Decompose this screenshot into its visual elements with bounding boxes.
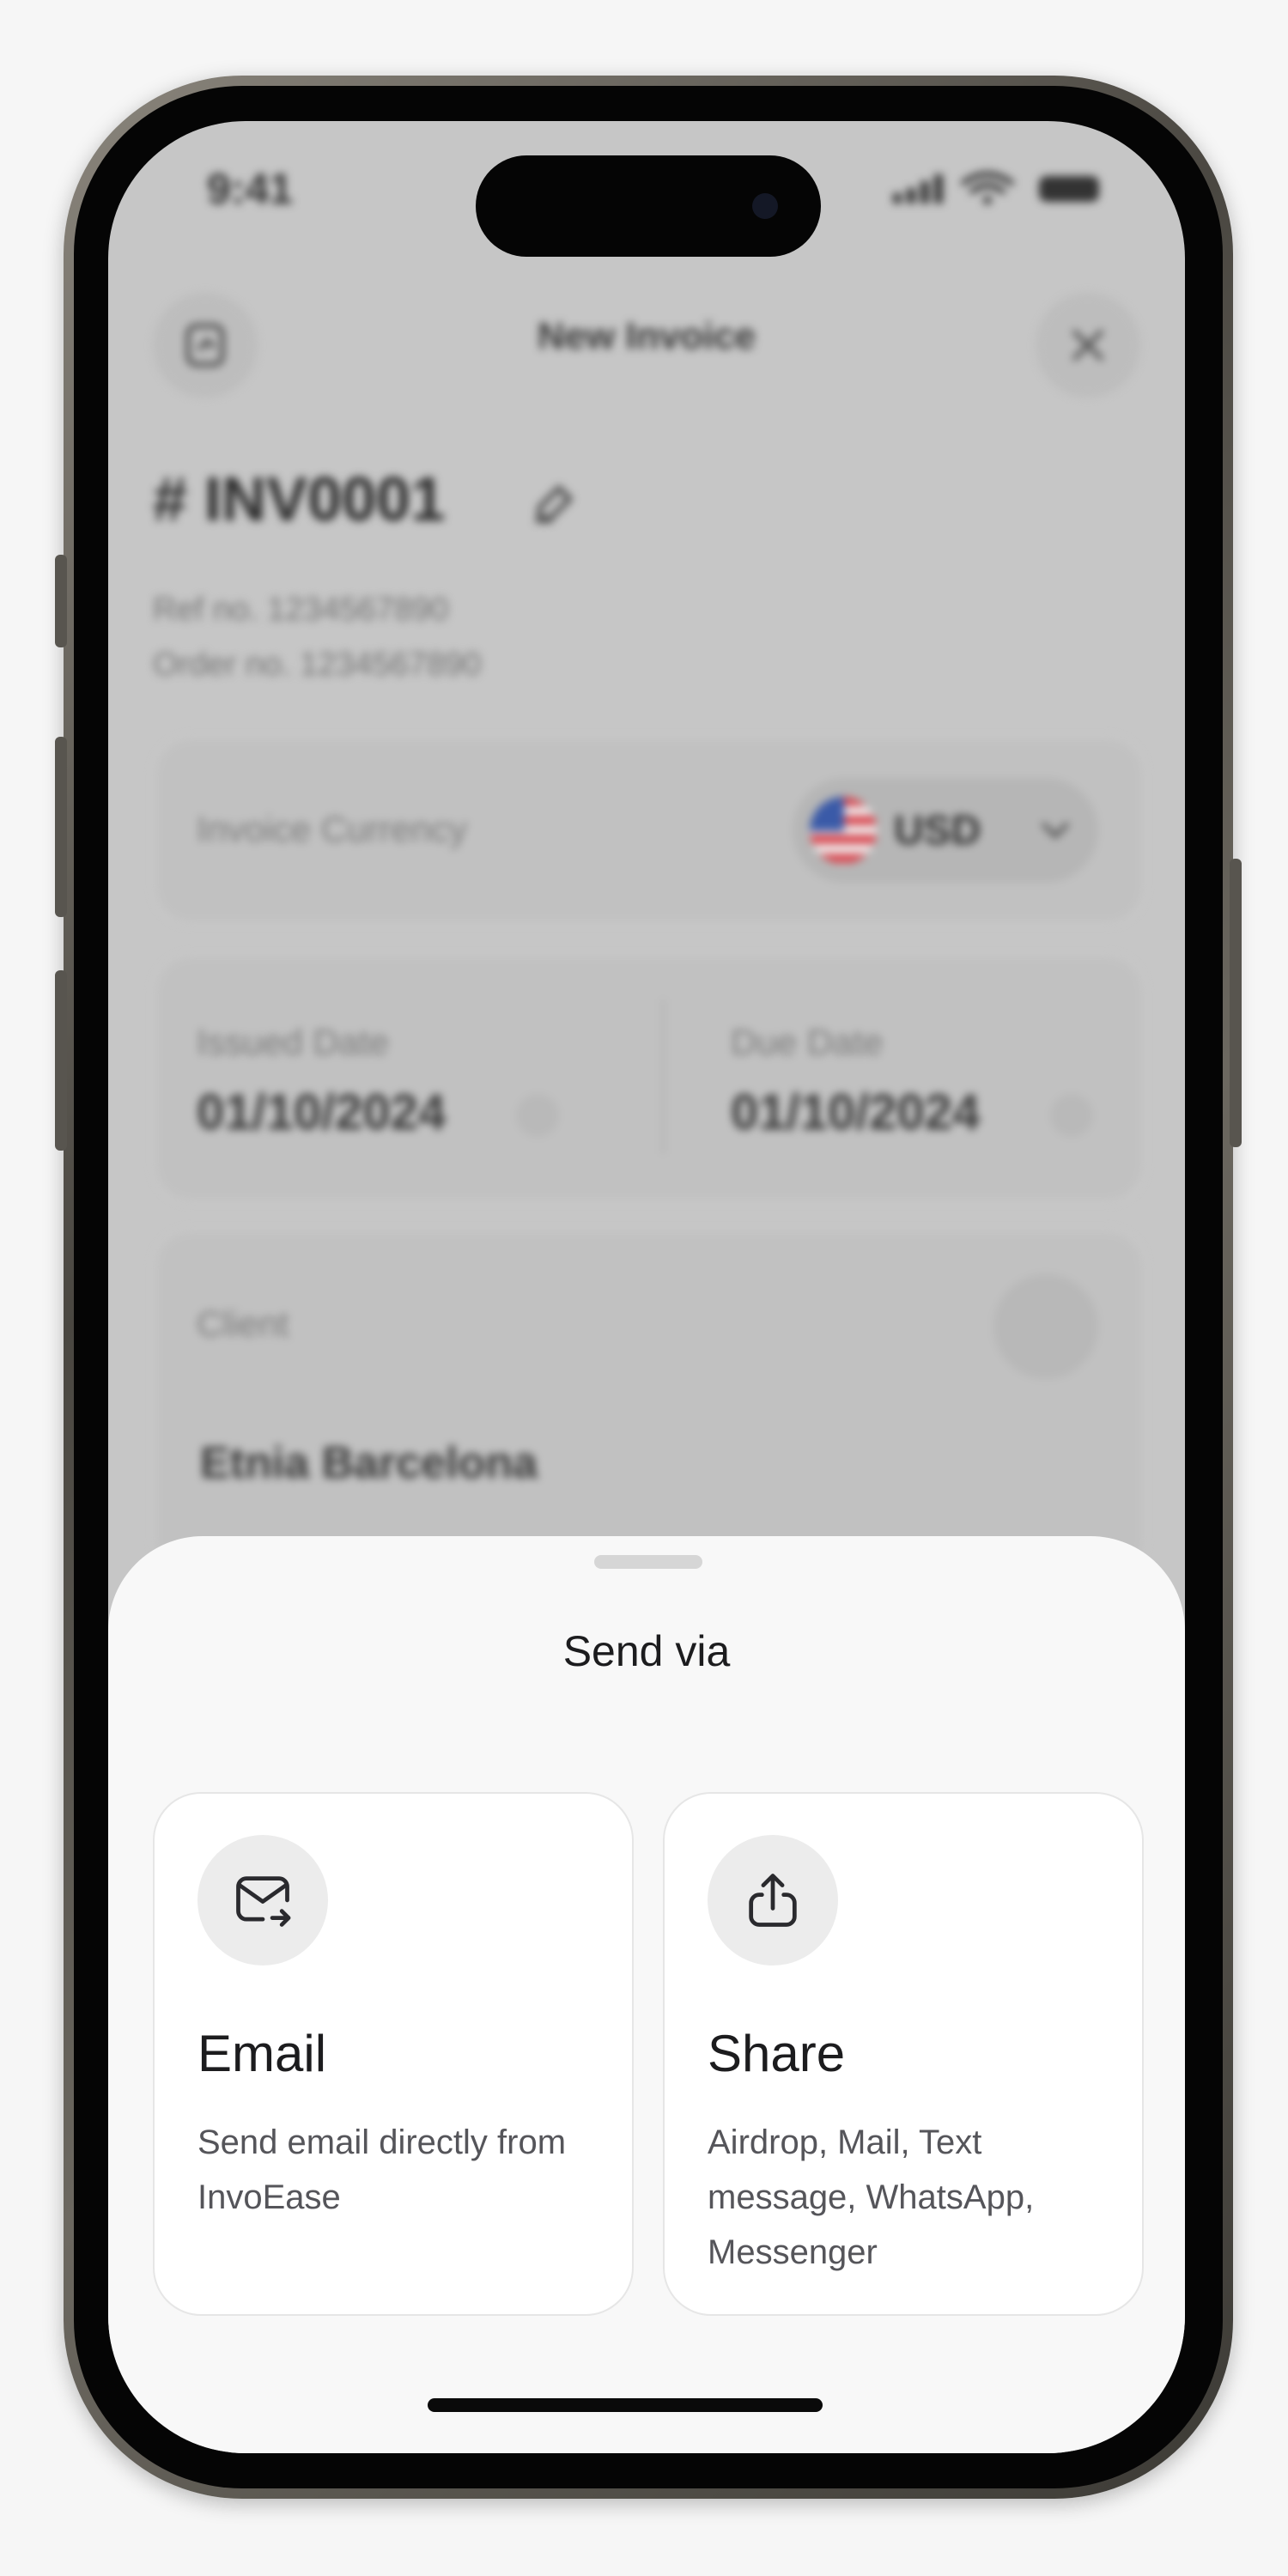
chevron-down-icon <box>1042 823 1069 839</box>
volume-down-button <box>55 970 67 1151</box>
edit-client-button[interactable] <box>993 1274 1098 1379</box>
currency-code: USD <box>894 808 981 854</box>
camera-icon <box>752 193 778 219</box>
home-indicator[interactable] <box>428 2398 823 2412</box>
share-option-title: Share <box>708 2025 846 2082</box>
share-icon <box>708 1835 838 1965</box>
client-name: Etnia Barcelona <box>200 1438 538 1488</box>
close-button[interactable] <box>1036 293 1140 398</box>
due-date-label: Due Date <box>731 1022 884 1062</box>
client-label: Client <box>197 1303 289 1344</box>
sheet-title: Send via <box>562 1627 731 1675</box>
invoice-number: # INV0001 <box>153 465 446 534</box>
email-option-description: Send email directly from InvoEase <box>197 2123 567 2216</box>
issued-date-chevron-icon[interactable] <box>516 1094 559 1137</box>
due-date-chevron-icon[interactable] <box>1050 1094 1093 1137</box>
power-button <box>1230 859 1242 1147</box>
close-icon <box>1072 330 1103 361</box>
ref-number: Ref no. 1234567890 <box>153 592 449 628</box>
volume-up-button <box>55 737 67 917</box>
email-send-icon <box>197 1835 328 1965</box>
send-via-sheet: Send via Email Send email directly from … <box>108 1536 1185 2453</box>
dates-card: Issued Date 01/10/2024 Due Date 01/10/20… <box>153 954 1145 1203</box>
wifi-icon <box>961 172 1014 194</box>
currency-selector[interactable]: USD <box>793 778 1098 883</box>
signal-icon <box>893 174 943 204</box>
share-option[interactable]: Share Airdrop, Mail, Text message, Whats… <box>663 1792 1144 2316</box>
date-divider <box>662 999 665 1154</box>
dynamic-island <box>476 155 821 257</box>
battery-icon <box>1039 176 1099 202</box>
us-flag-icon <box>810 797 877 864</box>
currency-card: Invoice Currency USD <box>153 736 1145 925</box>
due-date-value[interactable]: 01/10/2024 <box>731 1084 980 1141</box>
status-icons <box>893 172 1099 204</box>
issued-date-value[interactable]: 01/10/2024 <box>197 1084 446 1141</box>
edit-invoice-number-icon[interactable] <box>529 477 580 529</box>
share-option-description: Airdrop, Mail, Text message, WhatsApp, M… <box>708 2123 1035 2271</box>
email-option-title: Email <box>197 2025 327 2082</box>
status-time: 9:41 <box>207 165 294 213</box>
phone-screen: 9:41 New Invoice # INV0001 Ref no. 12345… <box>108 121 1185 2453</box>
sheet-grabber[interactable] <box>594 1555 702 1569</box>
client-card: Client Etnia Barcelona <box>153 1229 1145 1577</box>
currency-label: Invoice Currency <box>197 809 468 849</box>
order-number: Order no. 1234567890 <box>153 647 482 683</box>
screen-title: New Invoice <box>537 315 756 357</box>
email-option[interactable]: Email Send email directly from InvoEase <box>153 1792 634 2316</box>
action-button <box>55 555 67 647</box>
issued-date-label: Issued Date <box>197 1022 390 1062</box>
